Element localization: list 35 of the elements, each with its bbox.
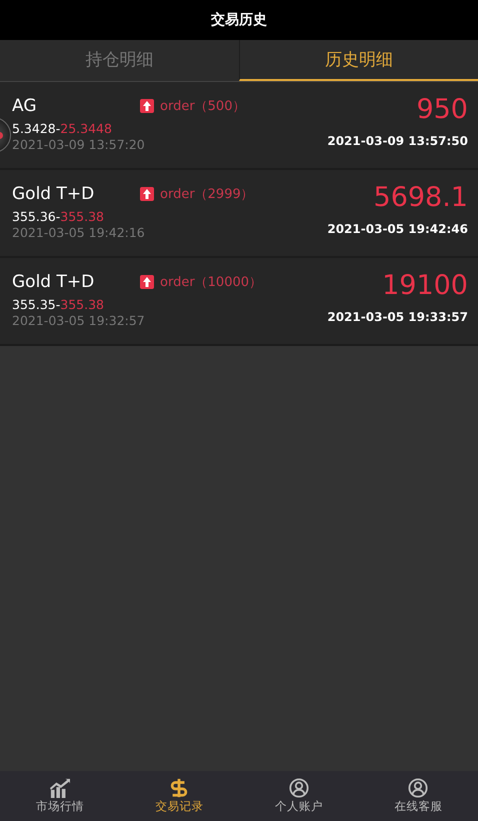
user-icon [407, 778, 430, 798]
nav-item[interactable]: 个人账户 [239, 771, 358, 821]
order-label: order（500） [160, 98, 246, 115]
close-price: 355.38 [60, 297, 104, 312]
product-name: Gold T+D [12, 184, 96, 204]
user-icon [288, 778, 310, 798]
price-separator: - [56, 209, 60, 224]
amount: 950 [416, 93, 468, 127]
amount: 19100 [382, 269, 468, 303]
close-time: 2021-03-05 19:33:57 [327, 310, 468, 324]
open-price: 355.36 [12, 209, 56, 224]
close-price: 355.38 [60, 209, 104, 224]
up-arrow-icon [140, 187, 154, 201]
price-separator: - [56, 297, 60, 312]
product-name: AG [12, 96, 38, 116]
nav-item[interactable]: 交易记录 [120, 771, 239, 821]
open-time: 2021-03-05 19:32:57 [12, 313, 146, 328]
page-title: 交易历史 [211, 11, 267, 29]
nav-item[interactable]: 市场行情 [0, 771, 120, 821]
order-label: order（10000） [160, 274, 262, 291]
open-price: 5.3428 [12, 121, 56, 136]
close-time: 2021-03-05 19:42:46 [327, 222, 468, 236]
nav-item[interactable]: 在线客服 [358, 771, 478, 821]
open-price: 355.35 [12, 297, 56, 312]
close-price: 25.3448 [60, 121, 112, 136]
product-name: Gold T+D [12, 272, 96, 292]
up-arrow-icon [140, 275, 154, 289]
close-time: 2021-03-09 13:57:50 [327, 134, 468, 148]
bar-chart-icon [48, 778, 71, 798]
price-separator: - [56, 121, 60, 136]
amount: 5698.1 [374, 181, 468, 215]
open-time: 2021-03-09 13:57:20 [12, 137, 146, 152]
open-time: 2021-03-05 19:42:16 [12, 225, 146, 240]
order-label: order（2999） [160, 186, 254, 203]
up-arrow-icon [140, 99, 154, 113]
